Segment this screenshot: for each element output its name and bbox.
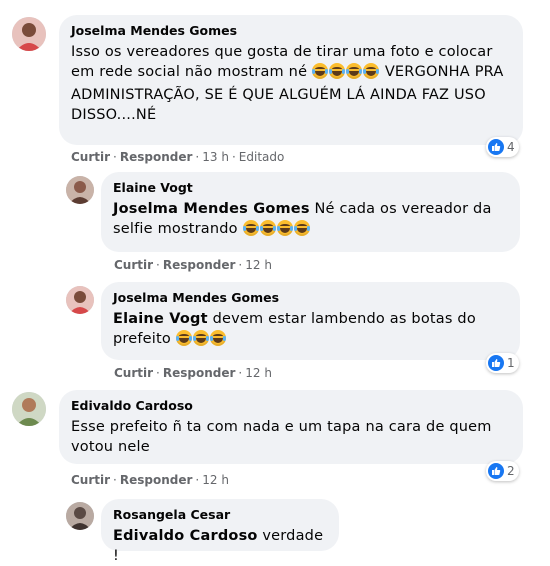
comment-bubble: Elaine Vogt Joselma Mendes Gomes Né cada… [101,172,520,252]
reaction-count[interactable]: 4 [486,137,519,157]
avatar[interactable] [12,17,46,51]
like-link[interactable]: Curtir [114,366,153,380]
comment-author[interactable]: Joselma Mendes Gomes [71,22,511,39]
reaction-number: 2 [507,464,515,478]
comment-actions: Curtir · Responder · 12 h [114,366,272,380]
avatar[interactable] [66,176,94,204]
avatar-photo-icon [66,286,94,314]
comment-text: Edivaldo Cardoso verdade ! [113,526,327,566]
comment-author[interactable]: Rosangela Cesar [113,506,327,523]
mention-link[interactable]: Joselma Mendes Gomes [113,201,310,217]
reaction-count[interactable]: 2 [486,461,519,481]
avatar-photo-icon [12,392,46,426]
like-thumb-icon [488,463,504,479]
tears-of-joy-emoji-icon [259,220,276,236]
comment-author[interactable]: Joselma Mendes Gomes [113,289,508,306]
comment-text: Joselma Mendes Gomes Né cada os vereador… [113,199,508,242]
comment-actions: Curtir · Responder · 13 h · Editado [71,150,285,164]
avatar-photo-icon [12,17,46,51]
tears-of-joy-emoji-icon [329,63,345,79]
tears-of-joy-emoji-icon [293,220,310,236]
avatar[interactable] [12,392,46,426]
reply-link[interactable]: Responder [163,258,236,272]
laughing-emoji-group [312,63,380,85]
reaction-number: 1 [507,356,515,370]
like-link[interactable]: Curtir [114,258,153,272]
tears-of-joy-emoji-icon [209,330,226,346]
comment-actions: Curtir · Responder · 12 h [114,258,272,272]
reaction-count[interactable]: 1 [486,353,519,373]
tears-of-joy-emoji-icon [312,63,328,79]
reaction-number: 4 [507,140,515,154]
comment-time[interactable]: 12 h [245,258,272,272]
comment-time[interactable]: 12 h [245,366,272,380]
like-link[interactable]: Curtir [71,473,110,487]
comment-author[interactable]: Elaine Vogt [113,179,508,196]
like-thumb-icon [488,139,504,155]
comment-author[interactable]: Edivaldo Cardoso [71,397,511,414]
avatar-photo-icon [66,176,94,204]
comment-bubble: Joselma Mendes Gomes Elaine Vogt devem e… [101,282,520,360]
avatar[interactable] [66,502,94,530]
tears-of-joy-emoji-icon [242,220,259,236]
comment-text: Elaine Vogt devem estar lambendo as bota… [113,309,508,352]
comment-bubble: Joselma Mendes Gomes Isso os vereadores … [59,15,523,145]
tears-of-joy-emoji-icon [276,220,293,236]
tears-of-joy-emoji-icon [363,63,379,79]
comment-time[interactable]: 13 h [202,150,229,164]
reply-link[interactable]: Responder [120,150,193,164]
tears-of-joy-emoji-icon [175,330,192,346]
comment-bubble: Edivaldo Cardoso Esse prefeito ñ ta com … [59,390,523,464]
comment-bubble: Rosangela Cesar Edivaldo Cardoso verdade… [101,499,339,564]
comment-text: Isso os vereadores que gosta de tirar um… [71,42,511,125]
tears-of-joy-emoji-icon [192,330,209,346]
tears-of-joy-emoji-icon [346,63,362,79]
avatar-photo-icon [66,502,94,530]
like-thumb-icon [488,355,504,371]
like-link[interactable]: Curtir [71,150,110,164]
avatar[interactable] [66,286,94,314]
mention-link[interactable]: Elaine Vogt [113,311,208,327]
mention-link[interactable]: Edivaldo Cardoso [113,528,258,544]
edited-label: Editado [238,150,285,164]
comment-time[interactable]: 12 h [202,473,229,487]
reply-link[interactable]: Responder [163,366,236,380]
laughing-emoji-group [175,330,227,352]
comment-actions: Curtir · Responder · 12 h [71,473,229,487]
comment-text: Esse prefeito ñ ta com nada e um tapa na… [71,419,492,455]
reply-link[interactable]: Responder [120,473,193,487]
laughing-emoji-group [242,220,311,242]
